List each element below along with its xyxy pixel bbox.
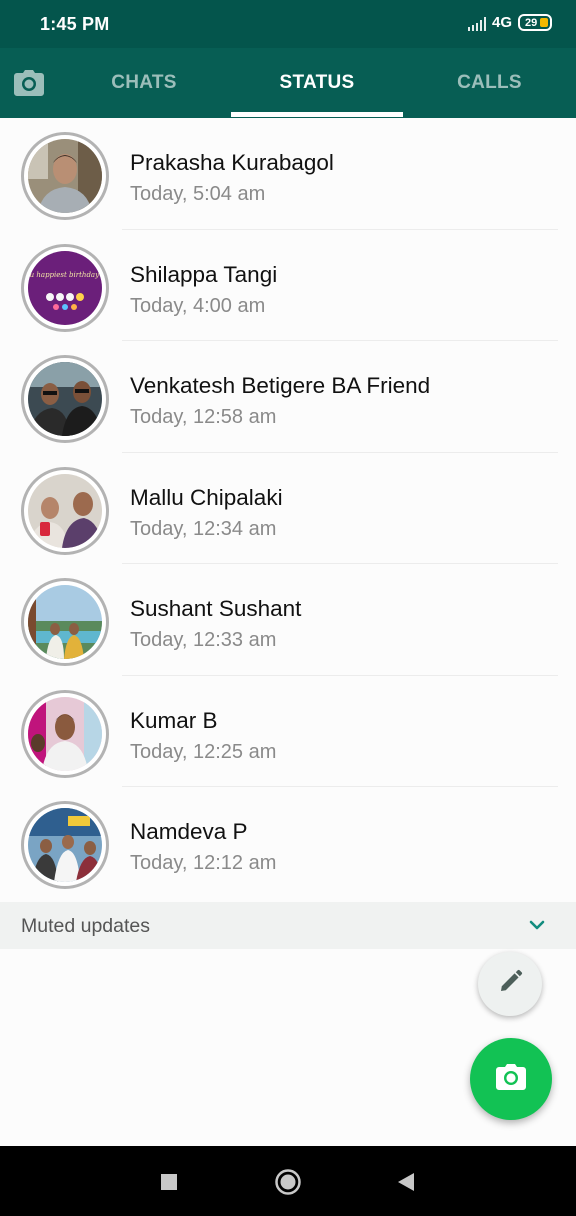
status-time: Today, 12:33 am bbox=[130, 629, 277, 651]
status-row[interactable]: Namdeva P Today, 12:12 am bbox=[0, 787, 576, 899]
pencil-icon bbox=[496, 968, 524, 1001]
status-time: Today, 12:58 am bbox=[130, 406, 277, 428]
signal-icon bbox=[467, 15, 486, 31]
avatar bbox=[21, 689, 109, 778]
avatar: Wish you happiest birthday brother bbox=[21, 243, 109, 332]
contact-name: Mallu Chipalaki bbox=[130, 484, 283, 510]
status-list: Prakasha Kurabagol Today, 5:04 am Wish y… bbox=[0, 118, 576, 899]
square-icon[interactable] bbox=[153, 1166, 185, 1198]
battery-level: 29 bbox=[525, 16, 538, 29]
status-row[interactable]: Venkatesh Betigere BA Friend Today, 12:5… bbox=[0, 341, 576, 453]
circle-icon[interactable] bbox=[272, 1166, 304, 1198]
contact-name: Prakasha Kurabagol bbox=[130, 150, 334, 175]
status-time: Today, 12:12 am bbox=[130, 852, 277, 874]
status-row[interactable]: Prakasha Kurabagol Today, 5:04 am bbox=[0, 118, 576, 230]
tab-calls[interactable]: CALLS bbox=[403, 48, 576, 118]
battery-icon: 29 bbox=[518, 14, 552, 31]
tab-status[interactable]: STATUS bbox=[231, 48, 403, 118]
active-tab-indicator bbox=[231, 112, 403, 117]
avatar bbox=[21, 132, 109, 220]
avatar bbox=[21, 578, 109, 666]
contact-name: Sushant Sushant bbox=[130, 596, 302, 621]
chevron-down-icon[interactable] bbox=[528, 916, 546, 939]
muted-updates-header[interactable]: Muted updates bbox=[0, 902, 576, 949]
status-row[interactable]: Sushant Sushant Today, 12:33 am bbox=[0, 564, 576, 676]
status-row[interactable]: Mallu Chipalaki Today, 12:34 am bbox=[0, 453, 576, 564]
contact-name: Namdeva P bbox=[130, 819, 248, 844]
camera-status-button[interactable] bbox=[470, 1038, 552, 1120]
tab-chats[interactable]: CHATS bbox=[58, 48, 230, 118]
contact-name: Kumar B bbox=[130, 707, 218, 733]
contact-name: Venkatesh Betigere BA Friend bbox=[130, 373, 431, 398]
avatar bbox=[21, 355, 109, 443]
avatar bbox=[21, 801, 109, 889]
contact-name: Shilappa Tangi bbox=[130, 261, 278, 287]
status-time: Today, 12:25 am bbox=[130, 740, 277, 763]
system-nav-bar bbox=[0, 1146, 576, 1216]
camera-icon bbox=[494, 1062, 528, 1097]
system-status-bar: 1:45 PM 4G 29 bbox=[0, 0, 576, 48]
avatar bbox=[21, 466, 109, 555]
status-row[interactable]: Wish you happiest birthday brother Shila… bbox=[0, 230, 576, 341]
muted-updates-label: Muted updates bbox=[21, 915, 151, 937]
status-row[interactable]: Kumar B Today, 12:25 am bbox=[0, 676, 576, 787]
status-indicators: 4G 29 bbox=[467, 14, 552, 31]
status-time: Today, 4:00 am bbox=[130, 294, 266, 317]
avatar-text: Wish you happiest birthday brother bbox=[28, 271, 102, 279]
status-time: Today, 12:34 am bbox=[130, 517, 277, 540]
back-triangle-icon[interactable] bbox=[390, 1166, 422, 1198]
camera-icon[interactable] bbox=[10, 66, 48, 100]
network-type: 4G bbox=[491, 14, 512, 31]
text-status-button[interactable] bbox=[478, 952, 542, 1016]
status-time: Today, 5:04 am bbox=[130, 183, 266, 205]
tab-bar: CHATS STATUS CALLS bbox=[0, 48, 576, 118]
clock: 1:45 PM bbox=[40, 14, 110, 34]
